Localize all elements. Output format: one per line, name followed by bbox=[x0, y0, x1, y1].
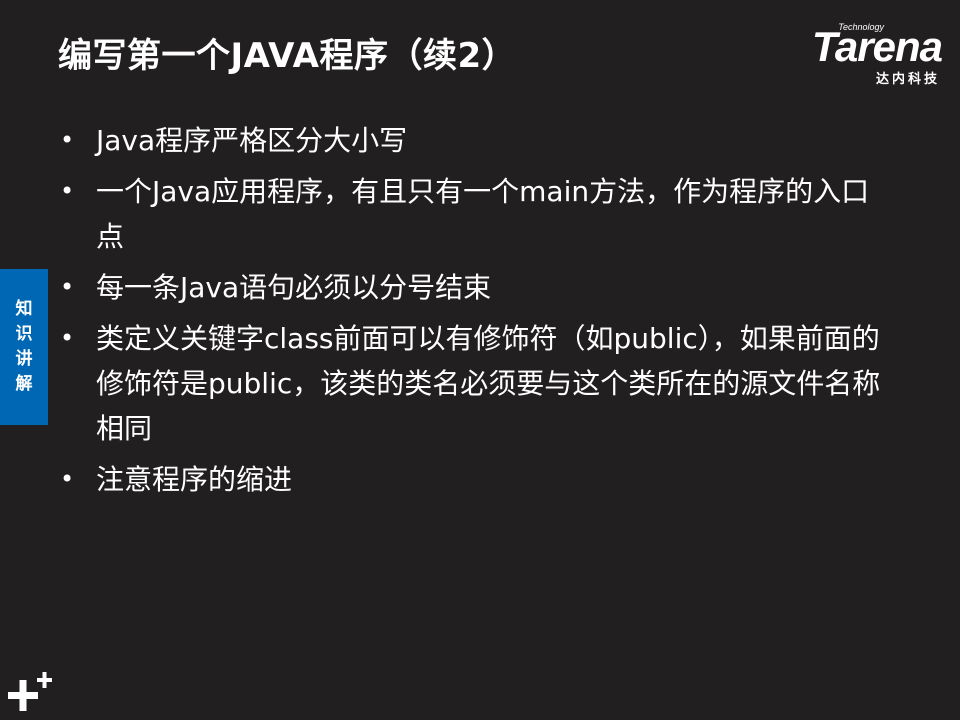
logo-chinese-text: 达内科技 bbox=[875, 72, 940, 87]
bullet-item: 类定义关键字class前面可以有修饰符（如public），如果前面的修饰符是pu… bbox=[60, 316, 890, 451]
bullet-item: Java程序严格区分大小写 bbox=[60, 118, 890, 163]
bullet-list: Java程序严格区分大小写 一个Java应用程序，有且只有一个main方法，作为… bbox=[60, 118, 890, 508]
knowledge-explanation-tab: 知 识 讲 解 bbox=[0, 269, 48, 425]
slide-title: 编写第一个JAVA程序（续2） bbox=[58, 36, 517, 76]
bullet-item: 每一条Java语句必须以分号结束 bbox=[60, 265, 890, 310]
tarena-logo: Technology Tarena 达内科技 bbox=[777, 22, 943, 87]
side-tab-char: 知 bbox=[15, 299, 33, 319]
side-tab-char: 识 bbox=[15, 324, 33, 344]
bullet-item: 一个Java应用程序，有且只有一个main方法，作为程序的入口点 bbox=[60, 169, 890, 259]
side-tab-char: 解 bbox=[15, 374, 33, 394]
slide: 编写第一个JAVA程序（续2） Technology Tarena 达内科技 知… bbox=[0, 0, 960, 720]
bullet-item: 注意程序的缩进 bbox=[60, 457, 890, 502]
plus-decoration-icon bbox=[8, 672, 52, 711]
side-tab-char: 讲 bbox=[15, 349, 33, 369]
logo-brand-text: Tarena bbox=[811, 23, 943, 70]
